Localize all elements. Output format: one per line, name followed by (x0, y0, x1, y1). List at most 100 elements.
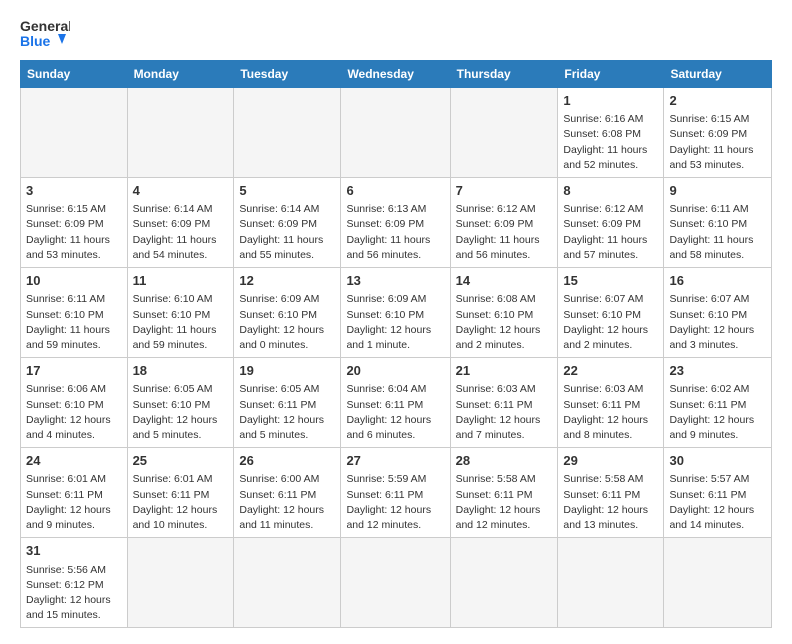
calendar-cell: 22 Sunrise: 6:03 AM Sunset: 6:11 PM Dayli… (558, 358, 664, 448)
day-info: Sunrise: 6:03 AM Sunset: 6:11 PM Dayligh… (456, 382, 553, 443)
calendar-cell: 27 Sunrise: 5:59 AM Sunset: 6:11 PM Dayli… (341, 448, 450, 538)
calendar-cell (664, 538, 772, 628)
calendar-cell: 19Sunrise: 6:05 AM Sunset: 6:11 PM Dayli… (234, 358, 341, 448)
day-number: 15 (563, 272, 658, 290)
day-info: Sunrise: 6:09 AM Sunset: 6:10 PM Dayligh… (239, 292, 335, 353)
day-info: Sunrise: 6:07 AM Sunset: 6:10 PM Dayligh… (563, 292, 658, 353)
weekday-header-wednesday: Wednesday (341, 61, 450, 88)
logo: GeneralBlue (20, 16, 70, 52)
calendar-cell: 4 Sunrise: 6:14 AM Sunset: 6:09 PM Daylig… (127, 178, 234, 268)
day-number: 17 (26, 362, 122, 380)
weekday-header-row: SundayMondayTuesdayWednesdayThursdayFrid… (21, 61, 772, 88)
day-number: 4 (133, 182, 229, 200)
day-number: 30 (669, 452, 766, 470)
day-number: 12 (239, 272, 335, 290)
calendar-cell: 17 Sunrise: 6:06 AM Sunset: 6:10 PM Dayli… (21, 358, 128, 448)
calendar-cell: 15 Sunrise: 6:07 AM Sunset: 6:10 PM Dayli… (558, 268, 664, 358)
day-number: 20 (346, 362, 444, 380)
calendar-week-row: 10 Sunrise: 6:11 AM Sunset: 6:10 PM Dayli… (21, 268, 772, 358)
day-number: 11 (133, 272, 229, 290)
day-info: Sunrise: 6:08 AM Sunset: 6:10 PM Dayligh… (456, 292, 553, 353)
calendar-cell (127, 538, 234, 628)
day-number: 13 (346, 272, 444, 290)
day-info: Sunrise: 6:11 AM Sunset: 6:10 PM Dayligh… (669, 202, 766, 263)
calendar-cell: 26 Sunrise: 6:00 AM Sunset: 6:11 PM Dayli… (234, 448, 341, 538)
day-number: 24 (26, 452, 122, 470)
day-number: 18 (133, 362, 229, 380)
calendar-cell: 5Sunrise: 6:14 AM Sunset: 6:09 PM Daylig… (234, 178, 341, 268)
calendar-cell: 20 Sunrise: 6:04 AM Sunset: 6:11 PM Dayli… (341, 358, 450, 448)
calendar-cell: 8Sunrise: 6:12 AM Sunset: 6:09 PM Daylig… (558, 178, 664, 268)
day-info: Sunrise: 6:09 AM Sunset: 6:10 PM Dayligh… (346, 292, 444, 353)
day-info: Sunrise: 6:03 AM Sunset: 6:11 PM Dayligh… (563, 382, 658, 443)
calendar-cell: 3Sunrise: 6:15 AM Sunset: 6:09 PM Daylig… (21, 178, 128, 268)
calendar-cell: 12 Sunrise: 6:09 AM Sunset: 6:10 PM Dayli… (234, 268, 341, 358)
calendar-cell: 2 Sunrise: 6:15 AM Sunset: 6:09 PM Daylig… (664, 88, 772, 178)
day-info: Sunrise: 6:13 AM Sunset: 6:09 PM Dayligh… (346, 202, 444, 263)
day-info: Sunrise: 5:58 AM Sunset: 6:11 PM Dayligh… (563, 472, 658, 533)
calendar-cell: 6Sunrise: 6:13 AM Sunset: 6:09 PM Daylig… (341, 178, 450, 268)
day-number: 9 (669, 182, 766, 200)
day-number: 5 (239, 182, 335, 200)
calendar-week-row: 24 Sunrise: 6:01 AM Sunset: 6:11 PM Dayli… (21, 448, 772, 538)
logo-icon: GeneralBlue (20, 16, 70, 52)
day-number: 16 (669, 272, 766, 290)
day-info: Sunrise: 6:01 AM Sunset: 6:11 PM Dayligh… (133, 472, 229, 533)
calendar-cell: 24 Sunrise: 6:01 AM Sunset: 6:11 PM Dayli… (21, 448, 128, 538)
calendar-cell: 13 Sunrise: 6:09 AM Sunset: 6:10 PM Dayli… (341, 268, 450, 358)
day-info: Sunrise: 6:14 AM Sunset: 6:09 PM Dayligh… (133, 202, 229, 263)
weekday-header-thursday: Thursday (450, 61, 558, 88)
day-info: Sunrise: 5:59 AM Sunset: 6:11 PM Dayligh… (346, 472, 444, 533)
weekday-header-monday: Monday (127, 61, 234, 88)
day-number: 14 (456, 272, 553, 290)
calendar-cell: 16 Sunrise: 6:07 AM Sunset: 6:10 PM Dayli… (664, 268, 772, 358)
calendar-cell: 23Sunrise: 6:02 AM Sunset: 6:11 PM Dayli… (664, 358, 772, 448)
calendar-cell: 31Sunrise: 5:56 AM Sunset: 6:12 PM Dayli… (21, 538, 128, 628)
day-info: Sunrise: 5:57 AM Sunset: 6:11 PM Dayligh… (669, 472, 766, 533)
day-number: 22 (563, 362, 658, 380)
day-number: 31 (26, 542, 122, 560)
calendar-week-row: 3Sunrise: 6:15 AM Sunset: 6:09 PM Daylig… (21, 178, 772, 268)
day-number: 3 (26, 182, 122, 200)
day-number: 27 (346, 452, 444, 470)
svg-text:Blue: Blue (20, 33, 51, 49)
header: GeneralBlue (20, 16, 772, 52)
day-info: Sunrise: 6:00 AM Sunset: 6:11 PM Dayligh… (239, 472, 335, 533)
calendar-cell (450, 538, 558, 628)
day-info: Sunrise: 6:01 AM Sunset: 6:11 PM Dayligh… (26, 472, 122, 533)
day-info: Sunrise: 6:16 AM Sunset: 6:08 PM Dayligh… (563, 112, 658, 173)
day-info: Sunrise: 6:15 AM Sunset: 6:09 PM Dayligh… (669, 112, 766, 173)
day-info: Sunrise: 6:11 AM Sunset: 6:10 PM Dayligh… (26, 292, 122, 353)
calendar-cell: 14 Sunrise: 6:08 AM Sunset: 6:10 PM Dayli… (450, 268, 558, 358)
calendar-cell: 18Sunrise: 6:05 AM Sunset: 6:10 PM Dayli… (127, 358, 234, 448)
day-number: 26 (239, 452, 335, 470)
weekday-header-sunday: Sunday (21, 61, 128, 88)
calendar-cell: 25 Sunrise: 6:01 AM Sunset: 6:11 PM Dayli… (127, 448, 234, 538)
calendar-cell (341, 538, 450, 628)
calendar-cell: 10 Sunrise: 6:11 AM Sunset: 6:10 PM Dayli… (21, 268, 128, 358)
day-info: Sunrise: 6:12 AM Sunset: 6:09 PM Dayligh… (563, 202, 658, 263)
svg-text:General: General (20, 18, 70, 34)
day-info: Sunrise: 6:05 AM Sunset: 6:11 PM Dayligh… (239, 382, 335, 443)
day-info: Sunrise: 6:06 AM Sunset: 6:10 PM Dayligh… (26, 382, 122, 443)
calendar-cell (341, 88, 450, 178)
calendar-cell (21, 88, 128, 178)
calendar-week-row: 17 Sunrise: 6:06 AM Sunset: 6:10 PM Dayli… (21, 358, 772, 448)
day-number: 25 (133, 452, 229, 470)
day-number: 2 (669, 92, 766, 110)
day-number: 28 (456, 452, 553, 470)
day-info: Sunrise: 6:07 AM Sunset: 6:10 PM Dayligh… (669, 292, 766, 353)
weekday-header-tuesday: Tuesday (234, 61, 341, 88)
calendar-cell: 11Sunrise: 6:10 AM Sunset: 6:10 PM Dayli… (127, 268, 234, 358)
calendar-cell (558, 538, 664, 628)
calendar-cell: 21 Sunrise: 6:03 AM Sunset: 6:11 PM Dayli… (450, 358, 558, 448)
weekday-header-friday: Friday (558, 61, 664, 88)
weekday-header-saturday: Saturday (664, 61, 772, 88)
day-number: 10 (26, 272, 122, 290)
calendar-cell (127, 88, 234, 178)
day-number: 21 (456, 362, 553, 380)
day-info: Sunrise: 6:04 AM Sunset: 6:11 PM Dayligh… (346, 382, 444, 443)
calendar-cell: 29Sunrise: 5:58 AM Sunset: 6:11 PM Dayli… (558, 448, 664, 538)
calendar-cell: 30 Sunrise: 5:57 AM Sunset: 6:11 PM Dayli… (664, 448, 772, 538)
day-number: 23 (669, 362, 766, 380)
